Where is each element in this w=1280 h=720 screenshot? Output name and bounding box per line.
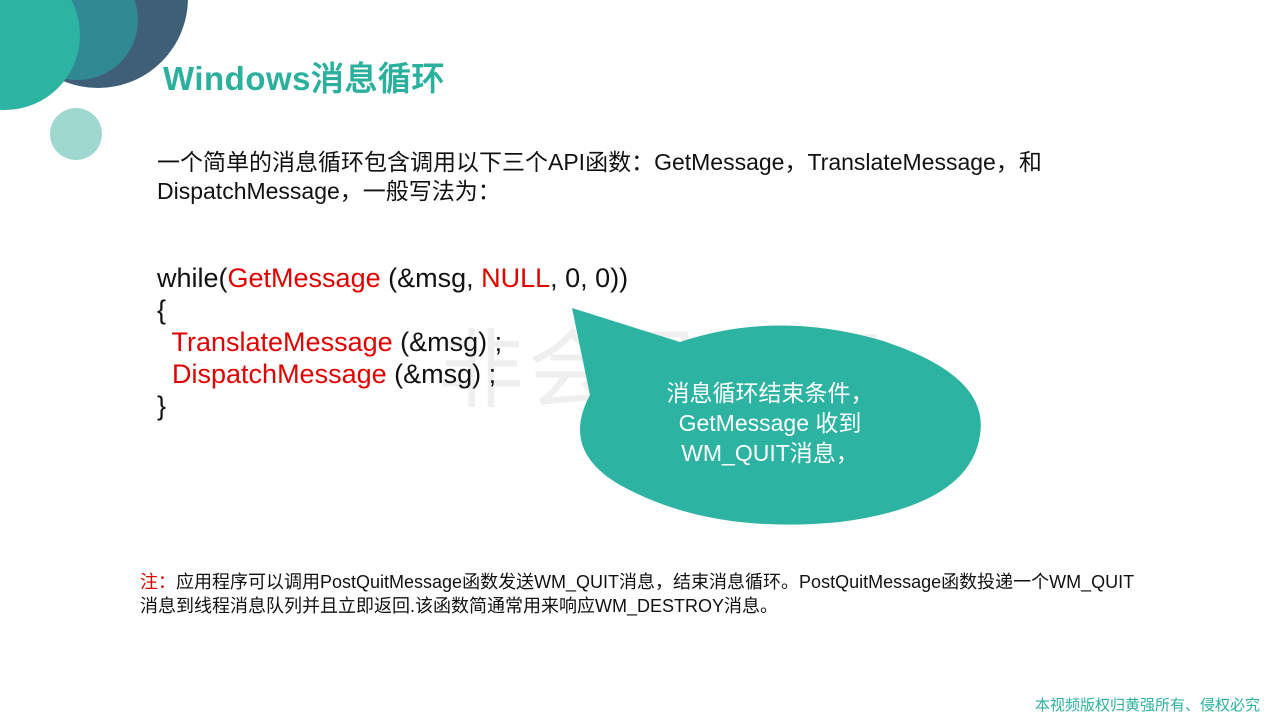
slide-title: Windows消息循环 [163,60,446,97]
code-args-translate: (&msg) ; [392,327,503,357]
code-line-2: { [157,295,167,325]
code-line-1: while(GetMessage (&msg, NULL, 0, 0)) [157,262,628,294]
slide: Windows消息循环 一个简单的消息循环包含调用以下三个API函数：GetMe… [0,0,1280,720]
footnote-text: 应用程序可以调用PostQuitMessage函数发送WM_QUIT消息，结束消… [140,572,1135,616]
code-fn-dispatchmessage: DispatchMessage [172,359,387,389]
code-null: NULL [481,263,551,293]
code-line-4: DispatchMessage (&msg) ; [157,358,628,390]
footnote: 注：应用程序可以调用PostQuitMessage函数发送WM_QUIT消息，结… [140,570,1140,618]
code-line-5: } [157,391,167,421]
code-fn-translatemessage: TranslateMessage [171,327,393,357]
code-fn-getmessage: GetMessage [227,263,381,293]
intro-paragraph: 一个简单的消息循环包含调用以下三个API函数：GetMessage，Transl… [157,149,1042,204]
code-keyword-while: while( [157,263,228,293]
code-block: while(GetMessage (&msg, NULL, 0, 0)){ Tr… [157,262,628,422]
callout-line-3: WM_QUIT消息， [681,440,859,466]
code-line-3: TranslateMessage (&msg) ; [157,326,628,358]
callout-text: 消息循环结束条件， GetMessage 收到 WM_QUIT消息， [620,378,920,468]
callout-line-1: 消息循环结束条件， [666,380,874,406]
decorative-circle-small [50,108,102,160]
decorative-circle-teal [0,0,80,110]
footnote-prefix: 注： [140,572,176,592]
code-args-a: (&msg, [380,263,482,293]
copyright-notice: 本视频版权归黄强所有、侵权必究 [1034,697,1260,714]
code-args-dispatch: (&msg) ; [386,359,497,389]
callout-line-2: GetMessage 收到 [678,410,862,436]
code-args-b: , 0, 0)) [550,263,629,293]
